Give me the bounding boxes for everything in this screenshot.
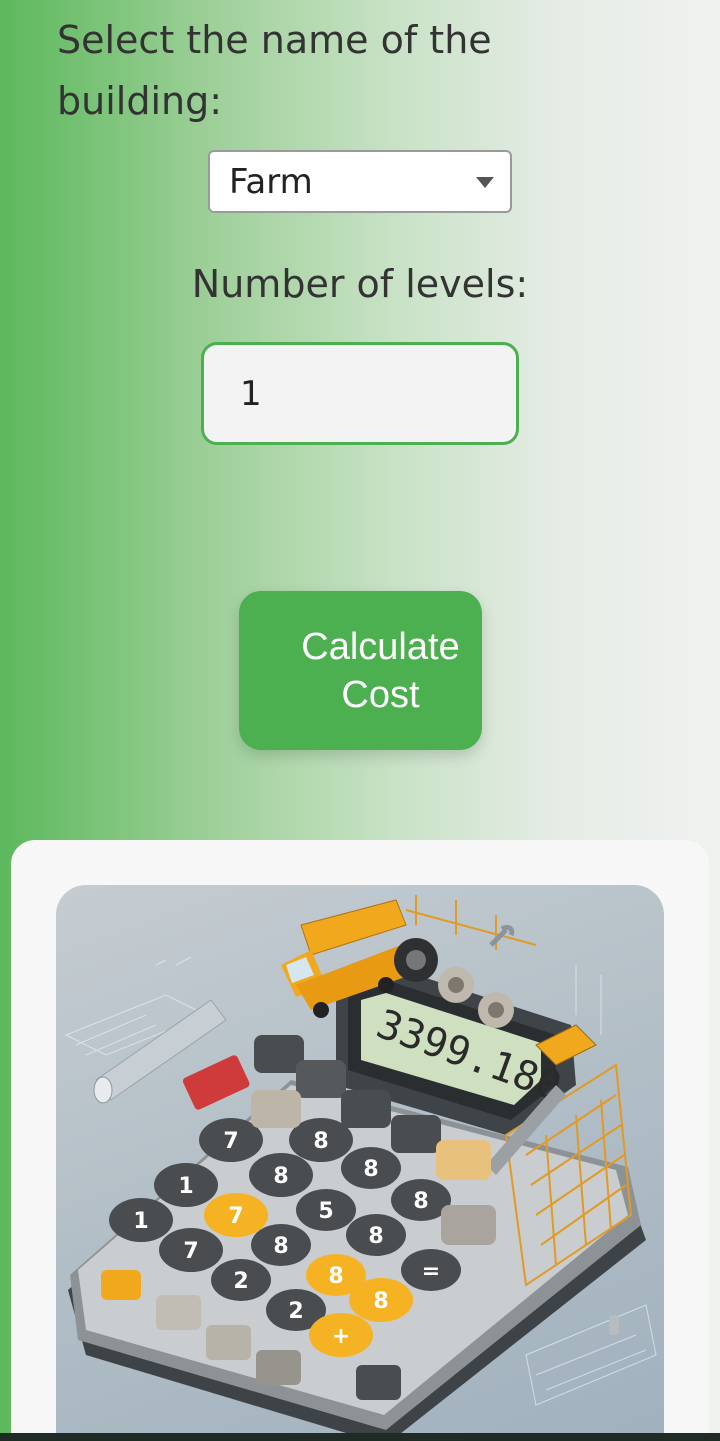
key-label: 2 xyxy=(233,1269,248,1294)
key-label: 1 xyxy=(133,1209,148,1234)
key-label: 2 xyxy=(288,1299,303,1324)
calculator-illustration: 3399.180 7 8 8 1 8 8 1 5 8 7 8 2 = 2 7 8… xyxy=(56,885,664,1441)
building-select-value: Farm xyxy=(229,161,313,202)
key-label: + xyxy=(332,1324,350,1349)
building-select-label: Select the name of the building: xyxy=(57,18,492,123)
chevron-down-icon xyxy=(476,177,494,188)
calculator-illustration-svg: 3399.180 7 8 8 1 8 8 1 5 8 7 8 2 = 2 7 8… xyxy=(64,895,657,1441)
levels-input-value: 1 xyxy=(240,373,262,414)
key-label: 8 xyxy=(328,1264,343,1289)
key-label: 8 xyxy=(273,1234,288,1259)
levels-label: Number of levels: xyxy=(191,262,529,306)
key-label: 7 xyxy=(183,1239,198,1264)
levels-input[interactable]: 1 xyxy=(201,342,519,445)
key-label: 8 xyxy=(313,1129,328,1154)
key-label: 7 xyxy=(228,1204,243,1229)
calculate-cost-label: Calculate Cost xyxy=(301,625,460,716)
bottom-edge-bar xyxy=(0,1433,720,1441)
key-label: 8 xyxy=(368,1224,383,1249)
key-label: 5 xyxy=(318,1199,333,1224)
calculate-cost-button[interactable]: Calculate Cost xyxy=(239,591,482,750)
key-label: 8 xyxy=(273,1164,288,1189)
building-select[interactable]: Farm xyxy=(208,150,512,213)
result-card: 3399.180 7 8 8 1 8 8 1 5 8 7 8 2 = 2 7 8… xyxy=(11,840,709,1441)
key-label: 7 xyxy=(223,1129,238,1154)
key-label: 8 xyxy=(373,1289,388,1314)
key-label: = xyxy=(422,1259,440,1284)
key-label: 8 xyxy=(363,1157,378,1182)
key-label: 1 xyxy=(178,1174,193,1199)
key-label: 8 xyxy=(413,1189,428,1214)
